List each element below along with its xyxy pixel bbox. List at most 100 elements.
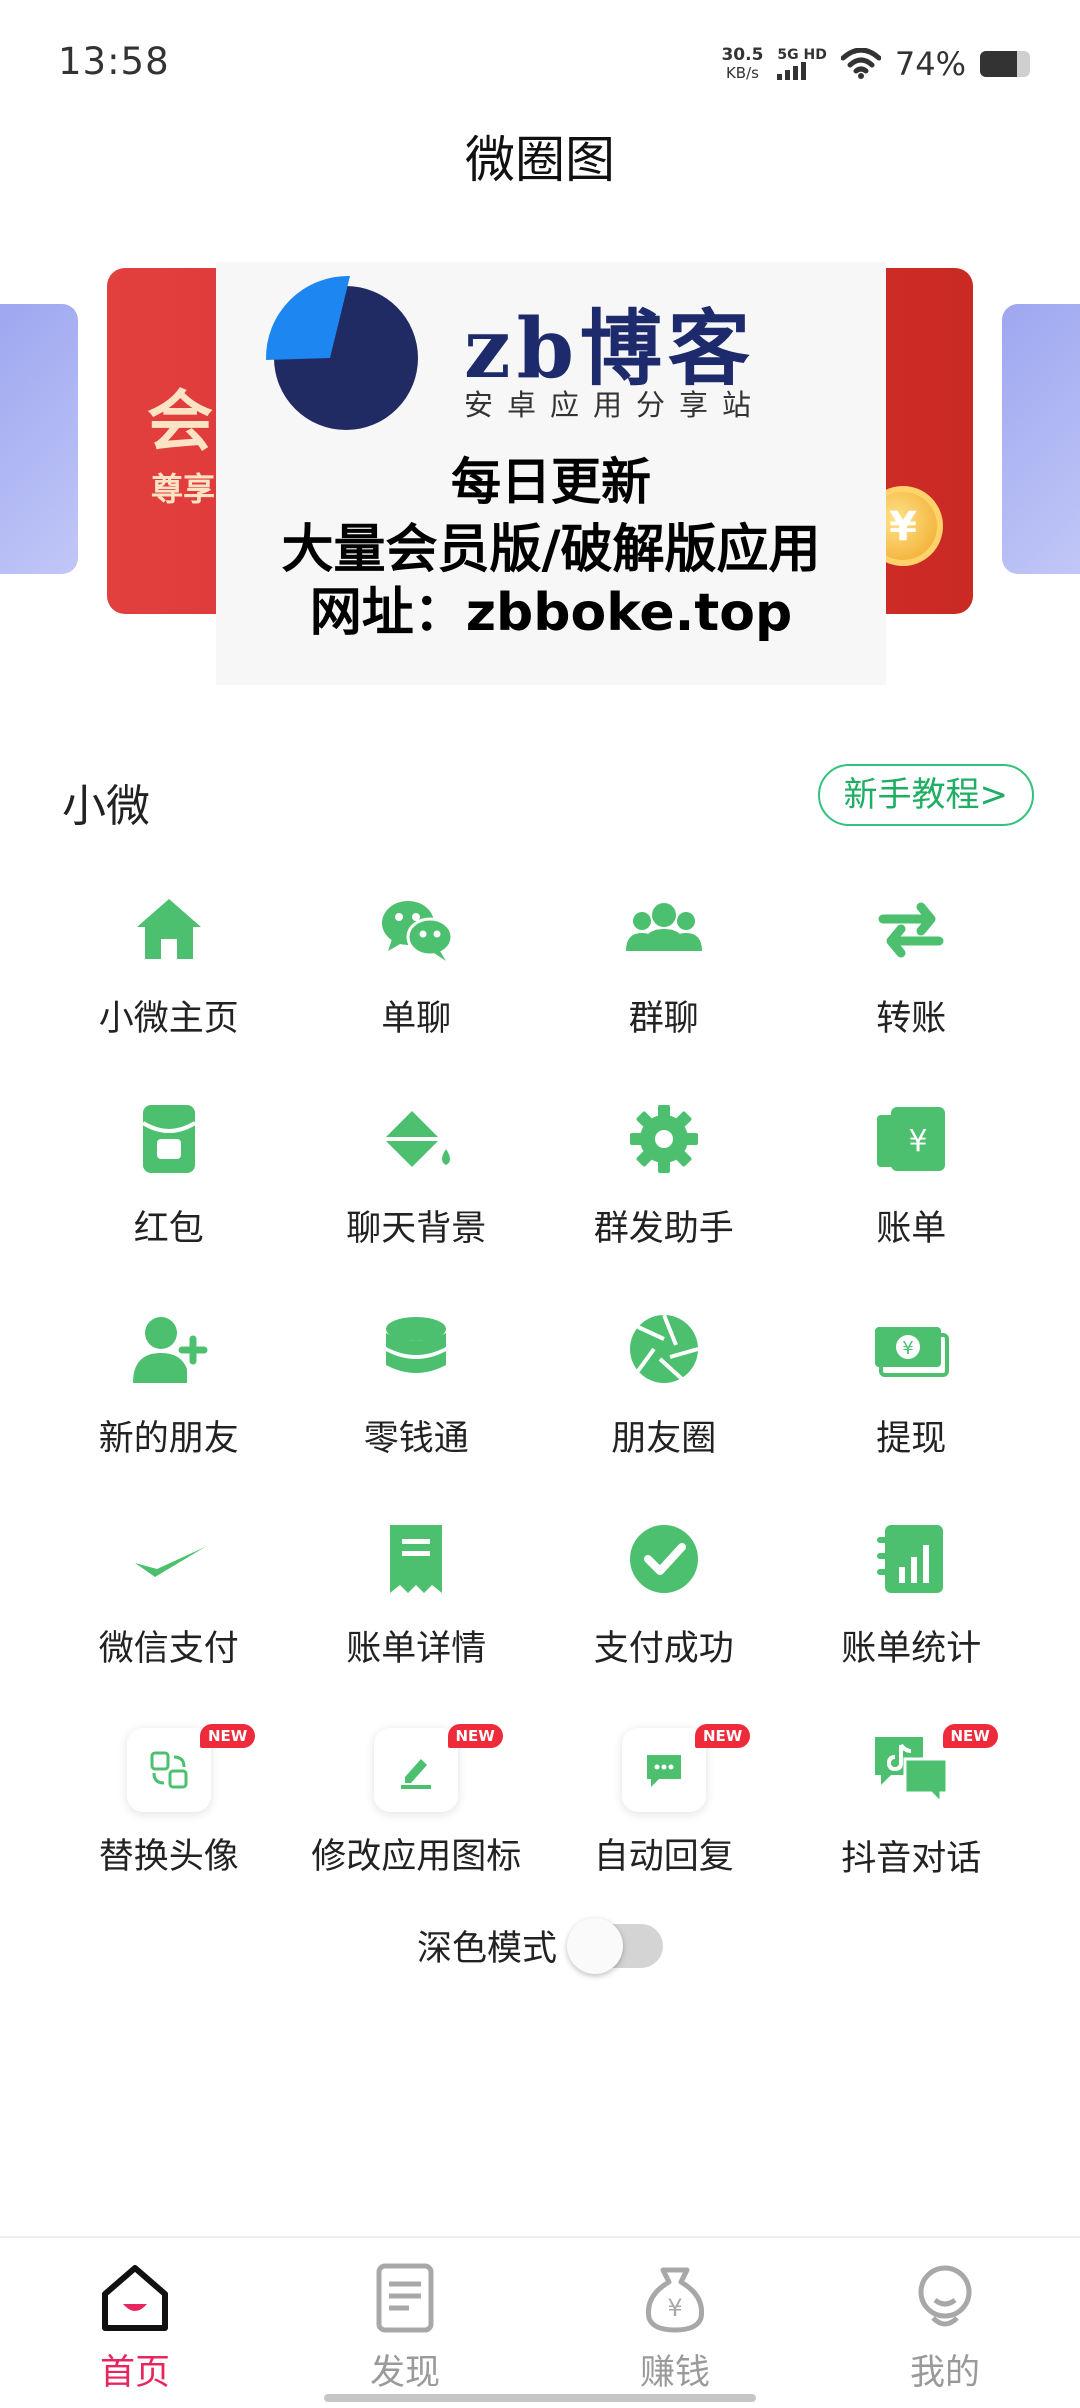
tile-auto-reply[interactable]: NEW 自动回复 (540, 1710, 788, 1920)
tile-label: 群聊 (628, 999, 699, 1039)
watermark-overlay: zb博客 安卓应用分享站 每日更新 大量会员版/破解版应用 网址：zbboke.… (216, 262, 886, 685)
banner-promo-subtitle: 尊享 (151, 470, 216, 508)
status-indicators: 30.5 KB/s 5G HD 74% (721, 42, 1030, 86)
network-speed: 30.5 KB/s (721, 46, 763, 82)
edit-icon (374, 1728, 459, 1812)
home-indicator[interactable] (324, 2394, 756, 2402)
network-speed-value: 30.5 (721, 45, 764, 65)
money-bag-icon: ¥ (645, 2267, 705, 2333)
tile-wechat-pay[interactable]: 微信支付 (45, 1500, 293, 1710)
tile-chat-background[interactable]: 聊天背景 (293, 1080, 541, 1290)
watermark-line-3: 网址：zbboke.top (309, 583, 793, 643)
network-speed-unit: KB/s (725, 64, 759, 82)
banner-carousel[interactable]: 会 尊享 ¥ zb博客 安卓应用分享站 每日更新 大量会员版/破解版应用 网址：… (0, 262, 1080, 685)
section-title: 小微 (62, 781, 150, 832)
tile-label: 提现 (876, 1419, 947, 1459)
tile-label: 转账 (876, 999, 947, 1039)
aperture-icon (619, 1304, 709, 1394)
swap-avatar-icon (126, 1728, 211, 1812)
coins-stack-icon (371, 1304, 461, 1394)
message-icon (621, 1728, 706, 1812)
tile-bill-stats[interactable]: 账单统计 (788, 1500, 1036, 1710)
watermark-line-1: 每日更新 (451, 453, 651, 511)
new-badge: NEW (695, 1724, 751, 1748)
nav-label: 发现 (369, 2353, 440, 2393)
bottom-nav: 首页 发现 ¥ 赚钱 我的 (0, 2236, 1080, 2408)
tile-change-app-icon[interactable]: NEW 修改应用图标 (293, 1710, 541, 1920)
nav-me[interactable]: 我的 (810, 2238, 1080, 2408)
banner-next-card[interactable] (1002, 304, 1080, 574)
dark-mode-label: 深色模式 (416, 1929, 557, 1969)
banner-promo-title: 会 (147, 383, 213, 460)
banner-prev-card[interactable] (0, 304, 78, 574)
battery-icon (980, 51, 1030, 77)
page-title: 微圈图 (465, 131, 615, 189)
tile-label: 支付成功 (593, 1629, 734, 1669)
tile-label: 替换头像 (98, 1837, 239, 1877)
watermark-logo-icon (265, 275, 418, 430)
tile-moments[interactable]: 朋友圈 (540, 1290, 788, 1500)
home-smile-icon (102, 2265, 168, 2331)
tile-label: 账单详情 (346, 1629, 487, 1669)
tile-label: 小微主页 (98, 999, 239, 1039)
check-circle-icon (619, 1514, 709, 1604)
bill-icon: ¥ (866, 1094, 956, 1184)
signal-label: 5G HD (777, 47, 827, 63)
stats-icon (866, 1514, 956, 1604)
group-icon (619, 884, 709, 974)
status-time: 13:58 (58, 40, 170, 83)
tile-replace-avatar[interactable]: NEW 替换头像 (45, 1710, 293, 1920)
signal-indicator: 5G HD (777, 47, 827, 80)
dark-mode-toggle[interactable] (567, 1917, 663, 1974)
tile-label: 自动回复 (593, 1837, 734, 1877)
nav-earn[interactable]: ¥ 赚钱 (540, 2238, 810, 2408)
tile-label: 群发助手 (593, 1209, 734, 1249)
svg-text:¥: ¥ (903, 1338, 914, 1359)
checkmark-icon (124, 1514, 214, 1604)
home-icon (124, 884, 214, 974)
nav-label: 我的 (909, 2353, 980, 2393)
tile-label: 账单统计 (841, 1629, 982, 1669)
document-icon (376, 2263, 434, 2333)
new-badge: NEW (200, 1724, 256, 1748)
tile-label: 账单 (876, 1209, 947, 1249)
tile-label: 零钱通 (363, 1419, 469, 1459)
tile-label: 新的朋友 (98, 1419, 239, 1459)
tile-bill-details[interactable]: 账单详情 (293, 1500, 541, 1710)
feature-grid: 小微主页 单聊 群聊 转账 红包 聊天背景 群发助手 ¥ 账单 新的朋友 零钱通… (45, 870, 1035, 1920)
tutorial-button[interactable]: 新手教程> (817, 764, 1034, 826)
new-badge: NEW (447, 1724, 503, 1748)
add-friend-icon (124, 1304, 214, 1394)
receipt-icon (371, 1514, 461, 1604)
tile-label: 红包 (133, 1209, 204, 1249)
tile-withdraw[interactable]: ¥ 提现 (788, 1290, 1036, 1500)
tile-single-chat[interactable]: 单聊 (293, 870, 541, 1080)
paint-bucket-icon (371, 1094, 461, 1184)
red-packet-icon (124, 1094, 214, 1184)
wifi-icon (840, 48, 881, 79)
tile-label: 抖音对话 (841, 1839, 982, 1879)
nav-discover[interactable]: 发现 (270, 2238, 540, 2408)
nav-home[interactable]: 首页 (0, 2238, 270, 2408)
watermark-logo-subtitle: 安卓应用分享站 (464, 388, 766, 422)
tile-label: 朋友圈 (611, 1419, 717, 1459)
tile-label: 修改应用图标 (311, 1837, 522, 1877)
svg-text:¥: ¥ (909, 1124, 928, 1159)
tile-group-chat[interactable]: 群聊 (540, 870, 788, 1080)
transfer-icon (866, 884, 956, 974)
battery-percent: 74% (894, 45, 966, 83)
tile-bill[interactable]: ¥ 账单 (788, 1080, 1036, 1290)
tile-home[interactable]: 小微主页 (45, 870, 293, 1080)
svg-text:¥: ¥ (667, 2294, 682, 2322)
tile-new-friends[interactable]: 新的朋友 (45, 1290, 293, 1500)
tile-tiktok-chat[interactable]: NEW 抖音对话 (788, 1710, 1036, 1920)
tile-red-packet[interactable]: 红包 (45, 1080, 293, 1290)
nav-label: 赚钱 (639, 2353, 710, 2393)
tile-label: 聊天背景 (346, 1209, 487, 1249)
cash-icon: ¥ (866, 1304, 956, 1394)
tile-transfer[interactable]: 转账 (788, 870, 1036, 1080)
tile-payment-success[interactable]: 支付成功 (540, 1500, 788, 1710)
tile-broadcast-assistant[interactable]: 群发助手 (540, 1080, 788, 1290)
gear-icon (619, 1094, 709, 1184)
tile-wallet-fund[interactable]: 零钱通 (293, 1290, 541, 1500)
